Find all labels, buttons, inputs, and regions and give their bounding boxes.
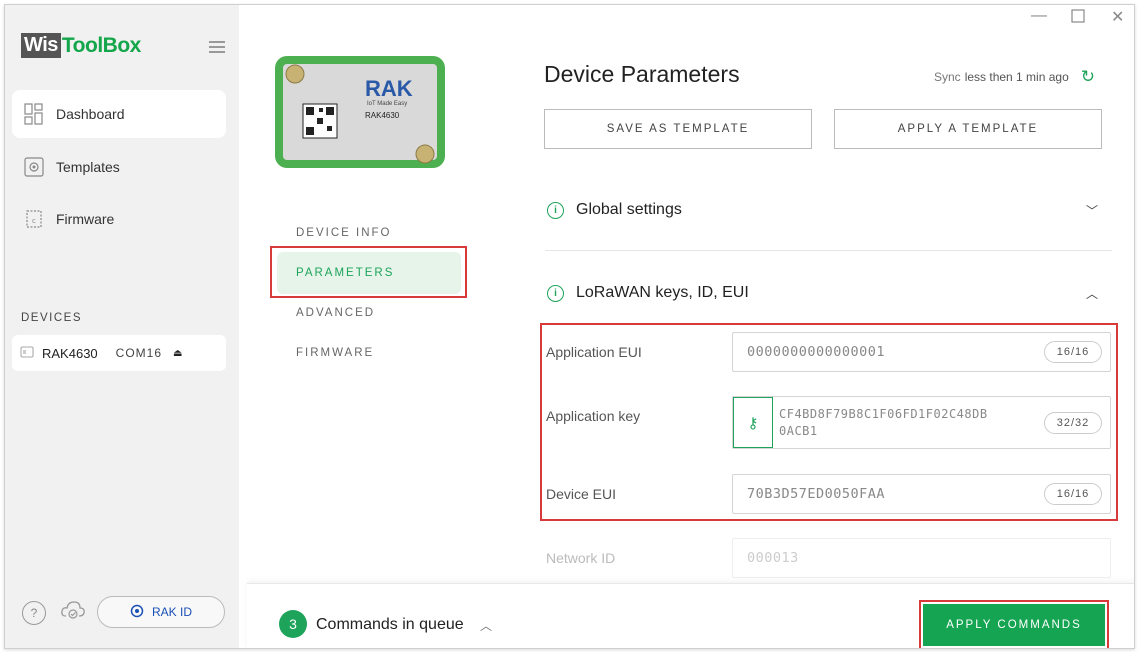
section-title: LoRaWAN keys, ID, EUI [576,284,749,301]
board-tagline: IoT Made Easy [367,101,408,107]
app-window: Wis ToolBox Dashboard Templates c Firmwa… [4,4,1135,649]
tab-firmware[interactable]: FIRMWARE [296,347,374,359]
app-logo: Wis ToolBox [21,33,141,58]
sync-status: Sync less then 1 min ago ↻ [934,67,1095,87]
templates-icon [24,156,44,178]
info-icon: i [547,284,564,302]
chevron-down-icon[interactable]: ﹀ [1086,202,1098,219]
sidebar-item-dashboard[interactable]: Dashboard [12,90,226,138]
device-board-image: RAK IoT Made Easy RAK4630 [275,56,445,168]
devices-heading: DEVICES [21,312,82,324]
logo-wis: Wis [21,33,61,58]
rak-id-button[interactable]: RAK ID [97,596,225,628]
sidebar-item-label: Dashboard [56,106,125,122]
eject-icon[interactable]: ⏏ [173,348,182,359]
sync-prefix: Sync [934,70,961,84]
device-name: RAK4630 [42,345,98,361]
command-queue-bar: 3 Commands in queue ︿ APPLY COMMANDS [247,583,1134,648]
sync-text: less then 1 min ago [964,70,1069,84]
device-icon [20,345,34,362]
section-title: Global settings [576,201,682,218]
network-id-input: 000013 [732,538,1111,578]
svg-text:c: c [32,217,36,225]
section-divider [545,250,1112,251]
network-id-label: Network ID [546,550,616,566]
menu-icon[interactable] [209,41,225,56]
sidebar-footer: ? [22,599,86,626]
board-model: RAK4630 [365,111,400,120]
tab-device-info[interactable]: DEVICE INFO [296,227,391,239]
apply-template-button[interactable]: APPLY A TEMPLATE [834,109,1102,149]
section-lorawan-keys[interactable]: i LoRaWAN keys, ID, EUI ︿ [545,273,1112,313]
board-brand: RAK [365,76,413,101]
maximize-icon[interactable] [1071,5,1085,28]
chip-icon: c [24,208,44,230]
save-template-button[interactable]: SAVE AS TEMPLATE [544,109,812,149]
sidebar-item-label: Firmware [56,211,115,227]
sidebar-item-templates[interactable]: Templates [12,143,226,191]
device-port: COM16 [115,346,162,360]
sidebar: Wis ToolBox Dashboard Templates c Firmwa… [5,5,239,648]
refresh-icon[interactable]: ↻ [1081,67,1095,87]
chevron-up-icon[interactable]: ︿ [1086,285,1098,302]
chevron-up-icon[interactable]: ︿ [480,617,492,634]
network-id-value: 000013 [747,550,799,566]
rak-id-icon [130,604,144,621]
sidebar-item-firmware[interactable]: c Firmware [12,195,226,243]
rak-id-label: RAK ID [151,605,192,619]
info-icon: i [547,201,564,219]
device-item[interactable]: RAK4630 COM16 ⏏ [12,335,226,371]
page-title: Device Parameters [544,61,740,87]
tab-advanced[interactable]: ADVANCED [296,307,375,319]
sidebar-item-label: Templates [56,159,120,175]
section-global-settings[interactable]: i Global settings ﹀ [545,190,1112,230]
queue-count-badge: 3 [279,610,307,638]
queue-text[interactable]: Commands in queue [316,616,464,634]
minimize-icon[interactable]: — [1031,7,1047,25]
dashboard-icon [24,103,44,125]
logo-toolbox: ToolBox [61,33,141,57]
close-icon[interactable]: ✕ [1111,7,1124,27]
highlight-box [270,246,467,298]
highlight-box [540,323,1118,521]
cloud-sync-icon[interactable] [60,599,86,626]
help-icon[interactable]: ? [22,600,46,625]
highlight-box [919,600,1109,648]
